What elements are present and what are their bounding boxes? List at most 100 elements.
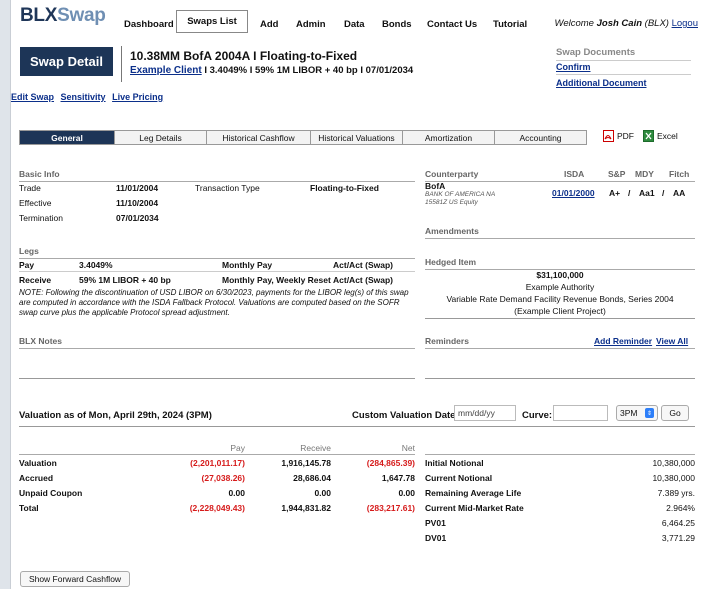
valuation-pay: (2,201,011.17) — [190, 458, 245, 468]
nav-admin[interactable]: Admin — [296, 19, 326, 30]
nav-tutorial[interactable]: Tutorial — [493, 19, 527, 30]
accrued-net: 1,647.78 — [381, 473, 415, 483]
deal-subtitle: Example Client I 3.4049% I 59% 1M LIBOR … — [130, 65, 413, 76]
receive-leg-basis: Act/Act (Swap) — [333, 275, 393, 285]
pv01-value: 6,464.25 — [661, 518, 695, 528]
tab-leg-details[interactable]: Leg Details — [115, 130, 207, 145]
fitch-rating: AA — [673, 188, 686, 198]
page: BLXSwap Dashboard Swaps List Add Admin D… — [10, 0, 701, 589]
col-net: Net — [401, 443, 415, 453]
sp-rating: A+ — [609, 188, 621, 198]
counterparty-header: Counterparty — [425, 169, 695, 182]
docs-divider — [556, 74, 691, 75]
tab-amortization[interactable]: Amortization — [403, 130, 495, 145]
unpaid-coupon-pay: 0.00 — [228, 488, 245, 498]
add-reminder-link[interactable]: Add Reminder — [594, 336, 652, 346]
tab-historical-valuations[interactable]: Historical Valuations — [311, 130, 403, 145]
custom-valuation-label: Custom Valuation Date: — [352, 410, 459, 421]
nav-dashboard[interactable]: Dashboard — [124, 19, 174, 30]
dv01-label: DV01 — [425, 533, 447, 543]
metrics-header-line — [425, 454, 695, 455]
col-pay: Pay — [230, 443, 245, 453]
time-select[interactable]: 3PM ⇕ — [616, 405, 658, 421]
deal-title: 10.38MM BofA 2004A I Floating-to-Fixed — [130, 49, 358, 63]
logo-bold: BLX — [20, 5, 58, 26]
trade-date: 11/01/2004 — [116, 183, 159, 193]
confirm-link[interactable]: Confirm — [556, 62, 591, 72]
valuation-divider — [19, 426, 695, 427]
pay-leg-rate: 3.4049% — [79, 260, 113, 270]
nav-swaps-list[interactable]: Swaps List — [176, 10, 248, 33]
fitch-col: Fitch — [669, 169, 690, 179]
unpaid-coupon-receive: 0.00 — [314, 488, 331, 498]
total-pay: (2,228,049.43) — [189, 503, 245, 513]
transaction-type-value: Floating-to-Fixed — [310, 183, 379, 193]
view-all-reminders-link[interactable]: View All — [656, 336, 688, 346]
unpaid-coupon-row-label: Unpaid Coupon — [19, 488, 83, 498]
swap-sublinks: Edit Swap Sensitivity Live Pricing — [11, 92, 167, 102]
nav-add[interactable]: Add — [260, 19, 278, 30]
initial-notional-label: Initial Notional — [425, 458, 484, 468]
hedged-bottom — [425, 318, 695, 319]
hedged-item-header: Hedged Item — [425, 257, 695, 270]
isda-date-link[interactable]: 01/01/2000 — [552, 188, 595, 198]
hedged-amount: $31,100,000 — [536, 270, 584, 280]
remaining-life-value: 7.389 yrs. — [657, 488, 695, 498]
edit-swap-link[interactable]: Edit Swap — [11, 92, 54, 102]
termination-date: 07/01/2034 — [116, 213, 159, 223]
curve-label: Curve: — [522, 410, 553, 421]
receive-leg-rate: 59% 1M LIBOR + 40 bp — [79, 275, 171, 285]
hedged-project: (Example Client Project) — [514, 306, 606, 316]
nav-contact-us[interactable]: Contact Us — [427, 19, 477, 30]
unpaid-coupon-net: 0.00 — [398, 488, 415, 498]
live-pricing-link[interactable]: Live Pricing — [112, 92, 163, 102]
blx-notes-header: BLX Notes — [19, 336, 415, 349]
deal-subtitle-text: I 3.4049% I 59% 1M LIBOR + 40 bp I 07/01… — [201, 65, 414, 76]
nav-data[interactable]: Data — [344, 19, 365, 30]
curve-input[interactable] — [553, 405, 608, 421]
hedged-description: Variable Rate Demand Facility Revenue Bo… — [446, 294, 674, 304]
select-arrow-icon: ⇕ — [645, 408, 654, 418]
sensitivity-link[interactable]: Sensitivity — [61, 92, 106, 102]
remaining-life-label: Remaining Average Life — [425, 488, 522, 498]
valuation-receive: 1,916,145.78 — [281, 458, 331, 468]
effective-date: 11/10/2004 — [116, 198, 159, 208]
col-receive: Receive — [300, 443, 331, 453]
mdy-rating: Aa1 — [639, 188, 655, 198]
tab-bar: General Leg Details Historical Cashflow … — [19, 130, 587, 145]
go-button[interactable]: Go — [661, 405, 689, 421]
valuation-title: Valuation as of Mon, April 29th, 2024 (3… — [19, 410, 212, 421]
tab-accounting[interactable]: Accounting — [495, 130, 587, 145]
pdf-label: PDF — [617, 131, 634, 141]
pay-leg-label: Pay — [19, 260, 35, 270]
logout-link[interactable]: Logou — [672, 18, 698, 29]
mid-market-rate-value: 2.964% — [666, 503, 695, 513]
total-receive: 1,944,831.82 — [281, 503, 331, 513]
accrued-row-label: Accrued — [19, 473, 54, 483]
time-value: 3PM — [620, 408, 638, 418]
valuation-row-label: Valuation — [19, 458, 57, 468]
show-forward-cashflow-button[interactable]: Show Forward Cashflow — [20, 571, 130, 587]
swap-detail-button[interactable]: Swap Detail — [20, 47, 113, 76]
pay-leg-basis: Act/Act (Swap) — [333, 260, 393, 270]
amendments-header: Amendments — [425, 226, 695, 239]
transaction-type-label: Transaction Type — [195, 183, 260, 193]
additional-document-link[interactable]: Additional Document — [556, 78, 647, 88]
trade-label: Trade — [19, 183, 41, 193]
excel-export[interactable]: Excel — [643, 130, 678, 142]
welcome-org: (BLX) — [642, 18, 672, 29]
counterparty-ticker: 15581Z US Equity — [425, 199, 478, 206]
counterparty-name: BofA — [425, 181, 446, 191]
reminders-bottom — [425, 378, 695, 379]
valuation-date-input[interactable]: mm/dd/yy — [454, 405, 516, 421]
total-net: (283,217.61) — [366, 503, 415, 513]
pdf-export[interactable]: PDF — [603, 130, 634, 142]
blxswap-logo[interactable]: BLXSwap — [20, 5, 106, 27]
counterparty-legal-name: BANK OF AMERICA NA — [425, 191, 496, 198]
client-link[interactable]: Example Client — [130, 65, 202, 76]
dv01-value: 3,771.29 — [661, 533, 695, 543]
tab-historical-cashflow[interactable]: Historical Cashflow — [207, 130, 311, 145]
tab-general[interactable]: General — [19, 130, 115, 145]
excel-label: Excel — [657, 131, 678, 141]
nav-bonds[interactable]: Bonds — [382, 19, 412, 30]
